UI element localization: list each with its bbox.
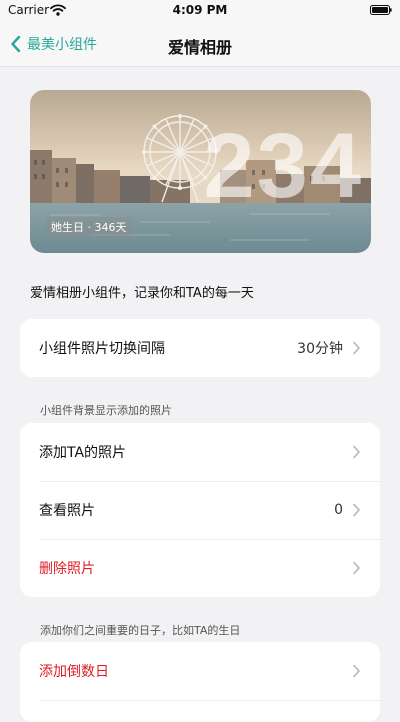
delete-photos-label: 删除照片 — [39, 561, 95, 577]
photo-interval-value: 30分钟 — [297, 341, 343, 357]
interval-card: 小组件照片切换间隔 30分钟 — [20, 319, 380, 377]
add-countdown-row[interactable]: 添加倒数日 — [20, 642, 380, 700]
view-photos-label: 查看照片 — [39, 503, 95, 519]
chevron-right-icon — [353, 664, 360, 678]
navigation-bar: 最美小组件 爱情相册 — [0, 22, 400, 67]
widget-description: 爱情相册小组件，记录你和TA的每一天 — [30, 286, 254, 301]
widget-preview-card: 234 她生日 · 346天 — [30, 90, 371, 253]
add-photo-row[interactable]: 添加TA的照片 — [20, 423, 380, 481]
photo-count-value: 0 — [334, 502, 343, 518]
widget-day-count: 234 — [203, 115, 363, 217]
clock: 4:09 PM — [172, 3, 228, 17]
chevron-right-icon — [353, 561, 360, 575]
photo-interval-row[interactable]: 小组件照片切换间隔 30分钟 — [20, 319, 380, 377]
page-title: 爱情相册 — [167, 38, 232, 57]
battery-icon — [370, 5, 392, 15]
status-bar: Carrier 4:09 PM — [0, 0, 400, 22]
add-photo-label: 添加TA的照片 — [39, 445, 127, 461]
next-row[interactable] — [20, 700, 380, 722]
view-photos-row[interactable]: 查看照片 0 — [20, 481, 380, 539]
birthday-countdown-badge: 她生日 · 346天 — [46, 217, 132, 237]
photo-section-hint: 小组件背景显示添加的照片 — [40, 404, 172, 417]
chevron-right-icon — [353, 503, 360, 517]
photo-interval-label: 小组件照片切换间隔 — [39, 341, 165, 357]
date-section-hint: 添加你们之间重要的日子，比如TA的生日 — [40, 624, 241, 637]
delete-photos-row[interactable]: 删除照片 — [20, 539, 380, 597]
add-countdown-label: 添加倒数日 — [39, 664, 109, 680]
photo-card: 添加TA的照片 查看照片 0 删除照片 — [20, 423, 380, 597]
dates-card: 添加倒数日 — [20, 642, 380, 722]
chevron-right-icon — [353, 341, 360, 355]
chevron-right-icon — [353, 445, 360, 459]
